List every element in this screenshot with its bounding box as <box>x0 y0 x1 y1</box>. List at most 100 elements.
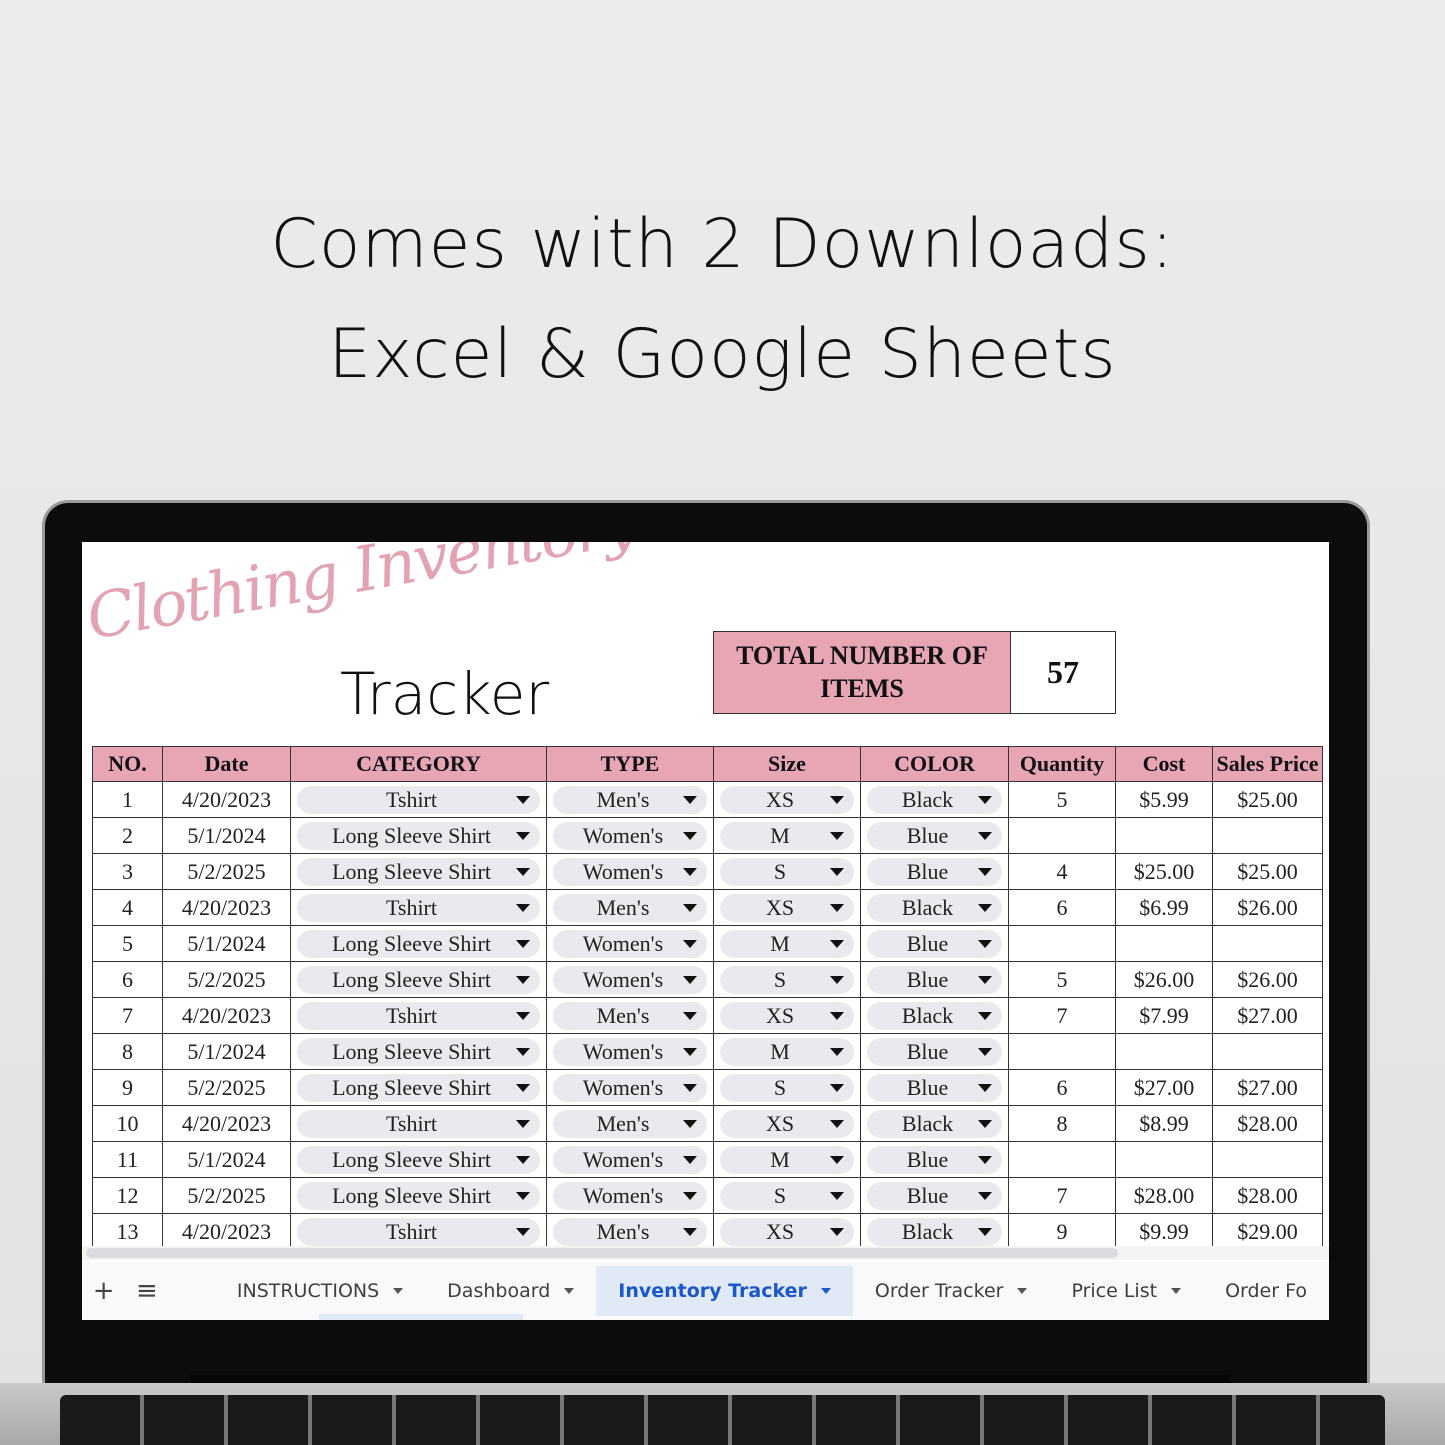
color-dropdown[interactable]: Blue <box>867 1145 1002 1174</box>
dropdown-caret-icon[interactable] <box>978 939 992 948</box>
cell-size[interactable]: XS <box>713 889 861 926</box>
cell-sales-price[interactable]: $25.00 <box>1212 781 1323 818</box>
cell-color[interactable]: Blue <box>860 961 1009 998</box>
cell-color[interactable]: Black <box>860 781 1009 818</box>
size-dropdown[interactable]: S <box>720 857 854 886</box>
cell-sales-price[interactable]: $25.00 <box>1212 853 1323 890</box>
cell-type[interactable]: Men's <box>546 1105 714 1142</box>
dropdown-caret-icon[interactable] <box>978 903 992 912</box>
category-dropdown[interactable]: Tshirt <box>297 785 540 814</box>
dropdown-caret-icon[interactable] <box>978 1227 992 1236</box>
cell-color[interactable]: Black <box>860 1105 1009 1142</box>
cell-color[interactable]: Blue <box>860 1177 1009 1214</box>
dropdown-caret-icon[interactable] <box>830 1191 844 1200</box>
dropdown-caret-icon[interactable] <box>683 1119 697 1128</box>
color-dropdown[interactable]: Blue <box>867 1073 1002 1102</box>
cell-size[interactable]: S <box>713 1177 861 1214</box>
type-dropdown[interactable]: Women's <box>553 1037 707 1066</box>
type-dropdown[interactable]: Women's <box>553 965 707 994</box>
type-dropdown[interactable]: Men's <box>553 1109 707 1138</box>
cell-category[interactable]: Tshirt <box>290 781 547 818</box>
size-dropdown[interactable]: S <box>720 965 854 994</box>
cell-size[interactable]: M <box>713 1033 861 1070</box>
dropdown-caret-icon[interactable] <box>516 867 530 876</box>
cell-type[interactable]: Women's <box>546 925 714 962</box>
cell-no[interactable]: 11 <box>92 1141 163 1178</box>
dropdown-caret-icon[interactable] <box>830 1047 844 1056</box>
cell-size[interactable]: M <box>713 925 861 962</box>
cell-date[interactable]: 4/20/2023 <box>162 889 291 926</box>
type-dropdown[interactable]: Women's <box>553 1073 707 1102</box>
cell-category[interactable]: Long Sleeve Shirt <box>290 1069 547 1106</box>
cell-quantity[interactable]: 8 <box>1008 1105 1116 1142</box>
total-items-value[interactable]: 57 <box>1011 632 1115 713</box>
type-dropdown[interactable]: Women's <box>553 1145 707 1174</box>
dropdown-caret-icon[interactable] <box>830 1119 844 1128</box>
cell-date[interactable]: 5/2/2025 <box>162 1069 291 1106</box>
cell-category[interactable]: Long Sleeve Shirt <box>290 925 547 962</box>
dropdown-caret-icon[interactable] <box>516 903 530 912</box>
dropdown-caret-icon[interactable] <box>683 867 697 876</box>
dropdown-caret-icon[interactable] <box>683 795 697 804</box>
dropdown-caret-icon[interactable] <box>830 831 844 840</box>
cell-sales-price[interactable]: $26.00 <box>1212 961 1323 998</box>
size-dropdown[interactable]: S <box>720 1181 854 1210</box>
cell-type[interactable]: Women's <box>546 1069 714 1106</box>
color-dropdown[interactable]: Black <box>867 893 1002 922</box>
dropdown-caret-icon[interactable] <box>978 1191 992 1200</box>
cell-quantity[interactable] <box>1008 1141 1116 1178</box>
cell-quantity[interactable]: 5 <box>1008 781 1116 818</box>
cell-size[interactable]: S <box>713 853 861 890</box>
cell-no[interactable]: 8 <box>92 1033 163 1070</box>
cell-sales-price[interactable] <box>1212 1141 1323 1178</box>
size-dropdown[interactable]: S <box>720 1073 854 1102</box>
column-header[interactable]: Date <box>162 746 291 782</box>
column-header[interactable]: Sales Price <box>1212 746 1323 782</box>
cell-type[interactable]: Men's <box>546 1213 714 1250</box>
cell-sales-price[interactable]: $27.00 <box>1212 997 1323 1034</box>
color-dropdown[interactable]: Blue <box>867 857 1002 886</box>
category-dropdown[interactable]: Tshirt <box>297 1109 540 1138</box>
cell-quantity[interactable]: 7 <box>1008 997 1116 1034</box>
cell-date[interactable]: 5/1/2024 <box>162 1033 291 1070</box>
column-header[interactable]: Size <box>713 746 861 782</box>
cell-category[interactable]: Long Sleeve Shirt <box>290 1141 547 1178</box>
cell-cost[interactable] <box>1115 1141 1213 1178</box>
size-dropdown[interactable]: M <box>720 929 854 958</box>
dropdown-caret-icon[interactable] <box>978 1083 992 1092</box>
dropdown-caret-icon[interactable] <box>683 1191 697 1200</box>
dropdown-caret-icon[interactable] <box>516 1119 530 1128</box>
sheet-tab[interactable]: Order Fo <box>1203 1266 1329 1316</box>
dropdown-caret-icon[interactable] <box>830 867 844 876</box>
dropdown-caret-icon[interactable] <box>516 831 530 840</box>
category-dropdown[interactable]: Tshirt <box>297 893 540 922</box>
category-dropdown[interactable]: Long Sleeve Shirt <box>297 1037 540 1066</box>
type-dropdown[interactable]: Women's <box>553 821 707 850</box>
cell-date[interactable]: 5/2/2025 <box>162 1177 291 1214</box>
cell-date[interactable]: 4/20/2023 <box>162 781 291 818</box>
cell-size[interactable]: S <box>713 1069 861 1106</box>
size-dropdown[interactable]: M <box>720 821 854 850</box>
dropdown-caret-icon[interactable] <box>683 831 697 840</box>
category-dropdown[interactable]: Long Sleeve Shirt <box>297 1145 540 1174</box>
type-dropdown[interactable]: Women's <box>553 857 707 886</box>
dropdown-caret-icon[interactable] <box>516 1155 530 1164</box>
size-dropdown[interactable]: M <box>720 1145 854 1174</box>
dropdown-caret-icon[interactable] <box>683 1227 697 1236</box>
size-dropdown[interactable]: XS <box>720 1217 854 1246</box>
cell-quantity[interactable] <box>1008 1033 1116 1070</box>
cell-sales-price[interactable] <box>1212 925 1323 962</box>
size-dropdown[interactable]: XS <box>720 1001 854 1030</box>
size-dropdown[interactable]: M <box>720 1037 854 1066</box>
cell-no[interactable]: 12 <box>92 1177 163 1214</box>
dropdown-caret-icon[interactable] <box>683 975 697 984</box>
size-dropdown[interactable]: XS <box>720 785 854 814</box>
color-dropdown[interactable]: Blue <box>867 1181 1002 1210</box>
color-dropdown[interactable]: Black <box>867 1001 1002 1030</box>
dropdown-caret-icon[interactable] <box>978 1011 992 1020</box>
color-dropdown[interactable]: Blue <box>867 965 1002 994</box>
category-dropdown[interactable]: Long Sleeve Shirt <box>297 965 540 994</box>
cell-no[interactable]: 1 <box>92 781 163 818</box>
cell-quantity[interactable]: 9 <box>1008 1213 1116 1250</box>
dropdown-caret-icon[interactable] <box>830 975 844 984</box>
